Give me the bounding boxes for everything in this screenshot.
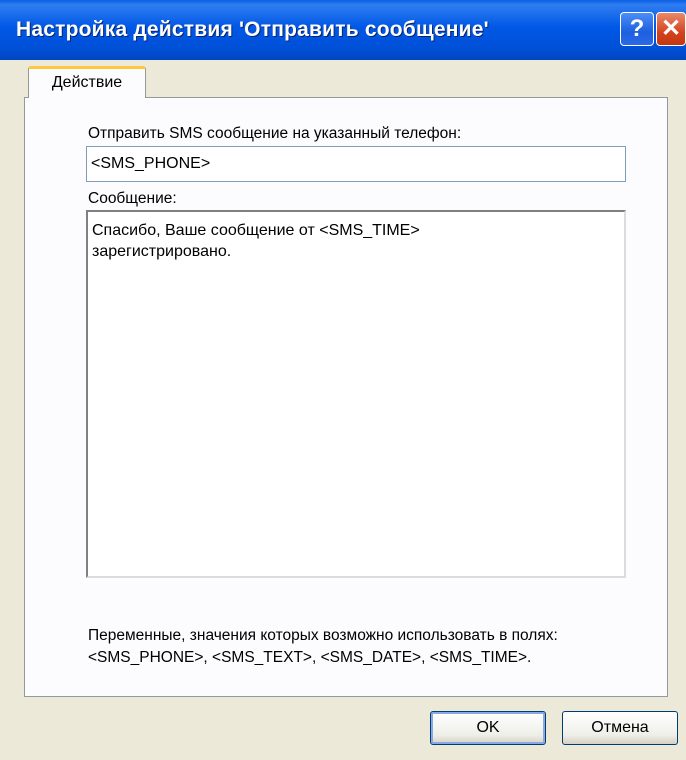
window-title: Настройка действия 'Отправить сообщение' bbox=[16, 18, 489, 41]
title-bar[interactable]: Настройка действия 'Отправить сообщение'… bbox=[0, 0, 686, 60]
help-button[interactable]: ? bbox=[620, 12, 654, 46]
close-icon: ✕ bbox=[660, 15, 682, 42]
message-label: Сообщение: bbox=[88, 190, 177, 207]
variables-hint: Переменные, значения которых возможно ис… bbox=[88, 625, 558, 669]
variables-hint-line1: Переменные, значения которых возможно ис… bbox=[88, 627, 558, 644]
close-button[interactable]: ✕ bbox=[656, 12, 686, 46]
phone-label: Отправить SMS сообщение на указанный тел… bbox=[88, 125, 462, 142]
message-textarea[interactable]: Спасибо, Ваше сообщение от <SMS_TIME> за… bbox=[86, 210, 626, 578]
variables-hint-line2: <SMS_PHONE>, <SMS_TEXT>, <SMS_DATE>, <SM… bbox=[88, 649, 532, 666]
tab-action[interactable]: Действие bbox=[28, 66, 146, 98]
ok-button[interactable]: OK bbox=[430, 711, 546, 745]
cancel-button[interactable]: Отмена bbox=[562, 711, 678, 745]
phone-input[interactable] bbox=[86, 146, 626, 182]
